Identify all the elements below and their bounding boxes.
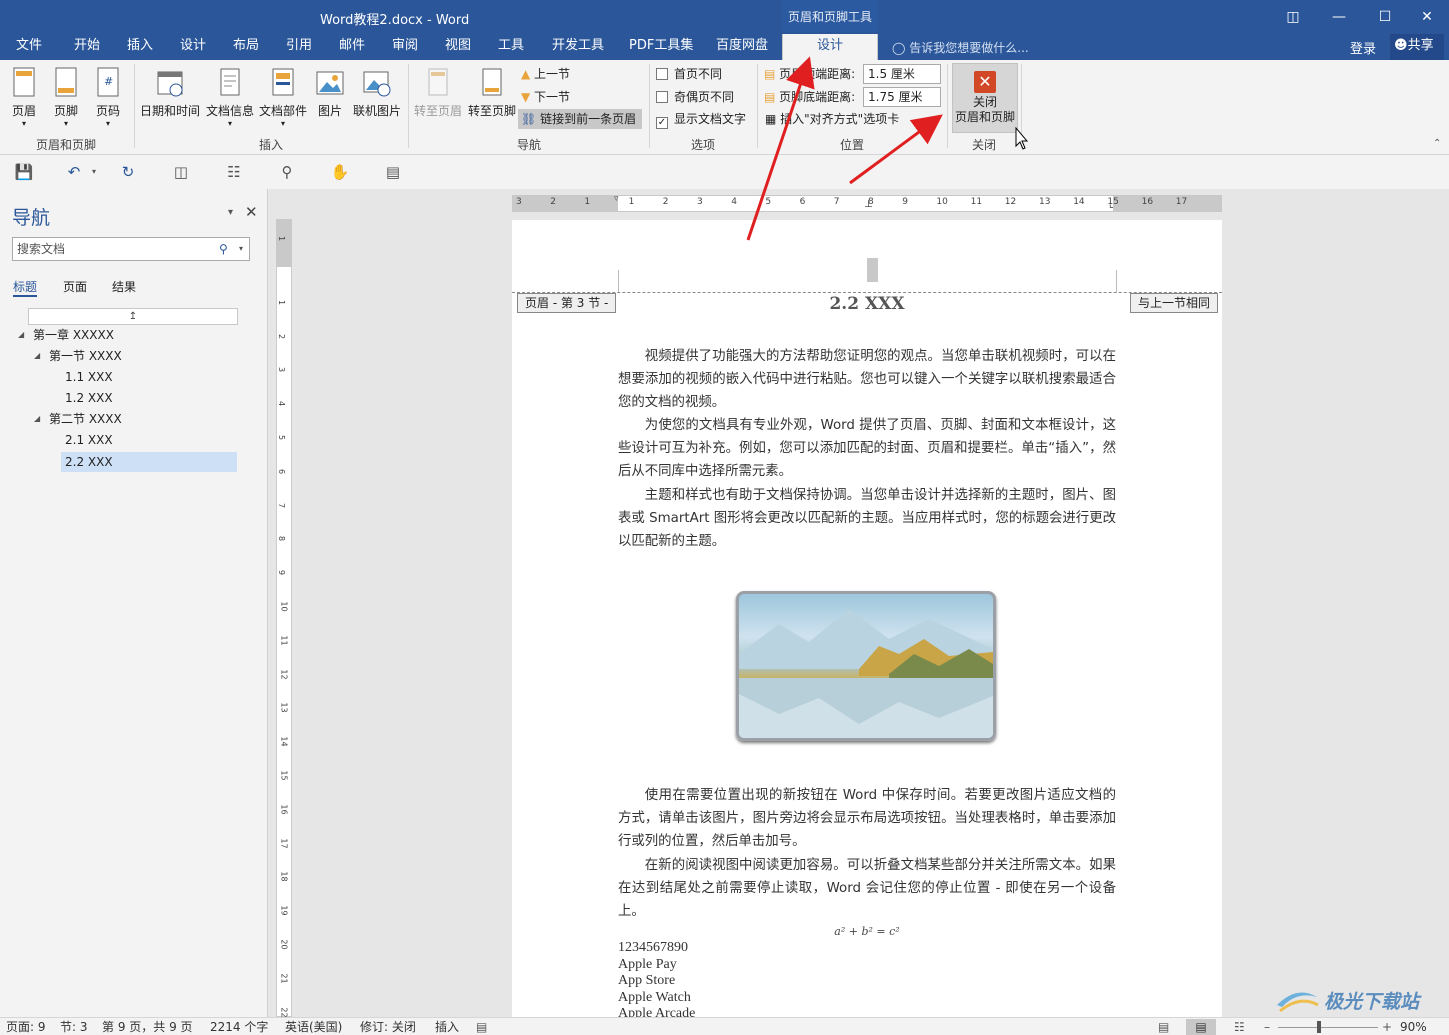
print-layout-icon[interactable]: ▤ [1186, 1019, 1216, 1035]
watermark-text: 极光下载站 [1324, 991, 1420, 1013]
status-word-count[interactable]: 2214 个字 [210, 1019, 268, 1035]
site-watermark: 极光下载站 [1272, 985, 1442, 1015]
zoom-slider-thumb[interactable] [1317, 1021, 1321, 1033]
status-insert-mode[interactable]: 插入 [435, 1019, 459, 1035]
status-bar: 页面: 9 节: 3 第 9 页，共 9 页 2214 个字 英语(美国) 修订… [0, 1017, 1449, 1035]
annotation-arrows [746, 56, 1029, 241]
status-section[interactable]: 节: 3 [60, 1019, 88, 1035]
macro-record-icon[interactable]: ▤ [476, 1019, 487, 1035]
red-arrow-to-close-button [849, 114, 943, 185]
zoom-in-icon[interactable]: + [1382, 1019, 1392, 1035]
status-language[interactable]: 英语(美国) [285, 1019, 342, 1035]
watermark-swirl-icon [1277, 992, 1319, 1013]
status-zoom[interactable]: 90% [1400, 1019, 1427, 1035]
web-layout-status-icon[interactable]: ☷ [1234, 1019, 1245, 1035]
read-mode-icon[interactable]: ▤ [1158, 1019, 1169, 1035]
red-arrow-to-design-tab [746, 56, 815, 241]
status-page-count[interactable]: 第 9 页，共 9 页 [102, 1019, 193, 1035]
status-page[interactable]: 页面: 9 [6, 1019, 46, 1035]
mouse-cursor-icon [1015, 126, 1029, 150]
zoom-slider-track[interactable] [1278, 1027, 1378, 1028]
status-track-changes[interactable]: 修订: 关闭 [360, 1019, 416, 1035]
zoom-out-icon[interactable]: – [1264, 1019, 1270, 1035]
